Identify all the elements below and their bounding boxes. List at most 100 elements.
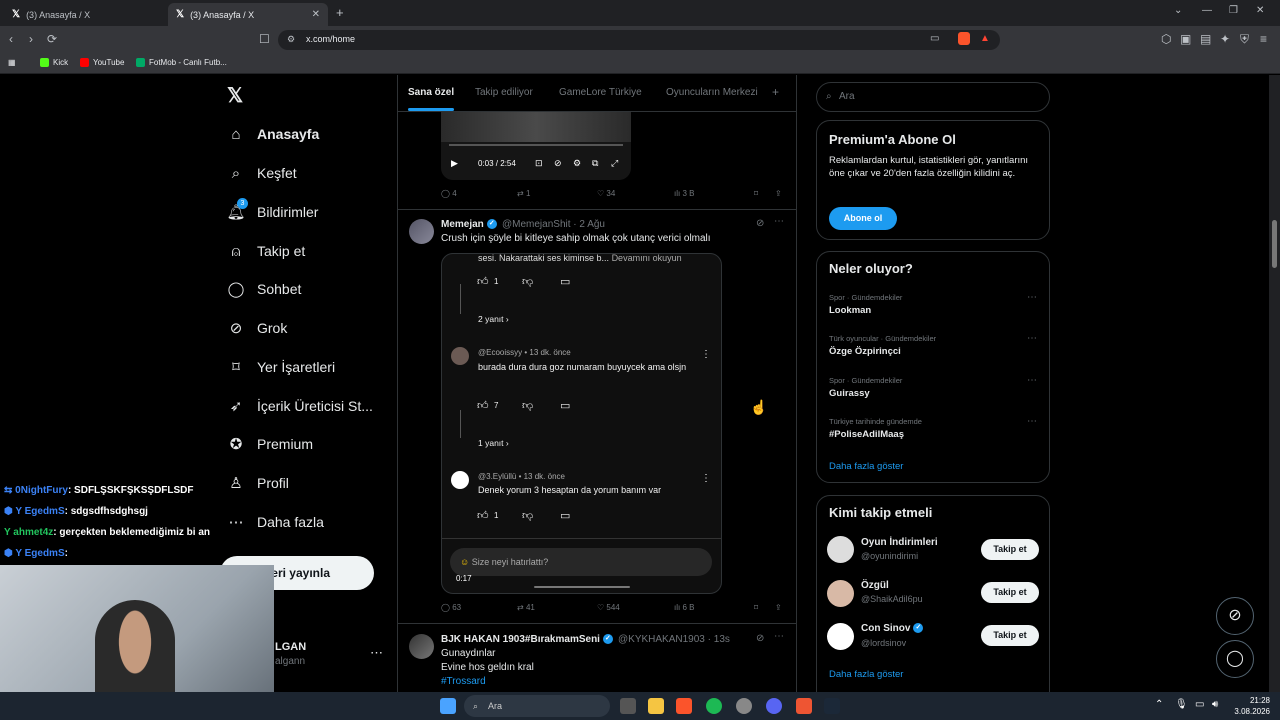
grok-icon[interactable]: ⊘ [756,218,764,229]
bookmark-youtube[interactable]: YouTube [80,58,124,67]
video-player[interactable]: ▶ 0:03 / 2:54 ⊡ ⊘ ⚙ ⧉ ⤢ [441,112,631,180]
trend-item[interactable]: #PoliseAdilMaaş [829,429,904,440]
url-field[interactable]: ⚙ x.com/home ▭ ▲ [278,30,1000,50]
search-input[interactable]: ⌕ Ara [816,82,1050,112]
brave-rewards-icon[interactable]: ▲ [980,33,990,44]
x-logo-icon[interactable]: 𝕏 [227,83,243,108]
trend-more-icon[interactable]: ⋯ [1027,416,1037,427]
apps-icon[interactable]: ▦ [8,58,16,67]
spotify-icon[interactable] [706,698,722,714]
wallet-icon[interactable]: ▤ [1200,32,1211,46]
trend-item[interactable]: Özge Özpirinçci [829,346,901,357]
like-icon[interactable]: 👍︎ [477,399,489,412]
nav-item-explore[interactable]: ⌕ Keşfet [226,161,297,185]
tab-menu-icon[interactable]: ⌄ [1174,5,1182,16]
bookmark-page-icon[interactable]: ☐ [259,32,270,46]
close-window-button[interactable]: ✕ [1256,5,1264,16]
file-explorer-icon[interactable] [648,698,664,714]
comment-icon[interactable]: ▭ [560,509,570,522]
task-view-icon[interactable] [620,698,636,714]
dislike-icon[interactable]: 👎︎ [522,275,533,288]
app-icon[interactable] [736,698,752,714]
reply-button[interactable]: ◯ 4 [441,189,457,198]
bookmark-fotmob[interactable]: FotMob - Canlı Futb... [136,58,227,67]
avatar[interactable] [409,219,434,244]
mute-icon[interactable]: ⊘ [554,158,562,169]
nav-item-chat[interactable]: ◯ Sohbet [226,277,302,301]
grok-fab-icon[interactable]: ⊘ [1216,597,1254,635]
tab-for-you[interactable]: Sana özel [408,87,454,98]
dislike-icon[interactable]: 👎︎ [522,509,533,522]
like-icon[interactable]: 👍︎ [477,275,489,288]
forward-icon[interactable]: › [29,32,33,46]
clock[interactable]: 21:28 3.08.2026 [1232,695,1270,717]
like-icon[interactable]: 👍︎ [477,509,489,522]
back-icon[interactable]: ‹ [9,32,13,46]
maximize-button[interactable]: ❐ [1229,5,1238,16]
share-button[interactable]: ⇪ [775,189,782,198]
like-button[interactable]: ♡ 34 [597,189,615,198]
views-button[interactable]: ılı 3 B [674,189,694,198]
reply-button[interactable]: ◯ 63 [441,603,461,612]
repost-button[interactable]: ⇄ 1 [517,189,530,198]
captions-icon[interactable]: ⊡ [535,158,543,169]
comment-menu-icon[interactable]: ⋮ [701,349,711,360]
nav-item-notifications[interactable]: 🔔︎ 3 Bildirimler [226,198,318,224]
grok-icon[interactable]: ⊘ [756,633,764,644]
play-icon[interactable]: ▶ [451,158,458,169]
close-tab-icon[interactable]: ✕ [312,9,320,20]
brave-icon[interactable] [676,698,692,714]
bookmark-kick[interactable]: Kick [40,58,68,67]
avatar[interactable] [827,536,854,563]
views-button[interactable]: ılı 6 B [674,603,694,612]
minimize-button[interactable]: — [1202,5,1212,16]
account-menu-icon[interactable]: ⋯ [370,645,383,661]
post-more-icon[interactable]: ⋯ [774,631,784,642]
repost-button[interactable]: ⇄ 41 [517,603,535,612]
steam-icon[interactable] [824,698,840,714]
sidebar-icon[interactable]: ▣ [1180,32,1191,46]
nav-item-bookmarks[interactable]: ⌑ Yer İşaretleri [226,355,335,379]
mic-icon[interactable]: 🎙︎ [1175,699,1188,710]
volume-icon[interactable]: 🔊︎ [1212,699,1218,710]
extensions-icon[interactable]: ⬡ [1161,32,1171,46]
tray-chevron-icon[interactable]: ⌃ [1155,699,1163,710]
comment-menu-icon[interactable]: ⋮ [701,473,711,484]
commenter-avatar[interactable] [451,471,469,489]
network-icon[interactable]: ▭ [1195,699,1204,710]
start-icon[interactable] [440,698,456,714]
commenter-avatar[interactable] [451,347,469,365]
trend-item[interactable]: Lookman [829,305,871,316]
messages-fab-icon[interactable]: ◯ [1216,640,1254,678]
new-tab-button[interactable]: + [336,5,344,20]
nav-item-creator-studio[interactable]: ➶ İçerik Üreticisi St... [226,394,373,418]
avatar[interactable] [409,634,434,659]
leo-icon[interactable]: ✦ [1220,32,1230,46]
replies-link[interactable]: 1 yanıt › [478,438,509,448]
avatar[interactable] [827,580,854,607]
nav-item-follow[interactable]: ⍝ Takip et [226,239,305,263]
add-tab-icon[interactable]: + [772,85,779,99]
taskbar-search[interactable]: ⌕ Ara [464,695,610,717]
browser-tab-active[interactable]: 𝕏 (3) Anasayfa / X ✕ [168,3,328,26]
follow-button[interactable]: Takip et [981,582,1039,603]
nav-item-premium[interactable]: ✪ Premium [226,432,313,456]
brave-shield-icon[interactable] [958,32,970,45]
video-progress[interactable] [449,144,623,146]
read-more-link[interactable]: Devamını okuyun [612,254,682,263]
bookmark-button[interactable]: ⌑ [754,603,758,612]
comment-icon[interactable]: ▭ [560,275,570,288]
tab-following[interactable]: Takip ediliyor [475,87,533,98]
follow-button[interactable]: Takip et [981,625,1039,646]
site-info-icon[interactable]: ⚙ [287,34,295,45]
like-button[interactable]: ♡ 544 [597,603,620,612]
discord-icon[interactable] [766,698,782,714]
subscribe-button[interactable]: Abone ol [829,207,897,230]
bookmark-button[interactable]: ⌑ [754,189,758,198]
trend-more-icon[interactable]: ⋯ [1027,292,1037,303]
tab-oyuncularin-merkezi[interactable]: Oyuncuların Merkezi [666,87,758,98]
post-more-icon[interactable]: ⋯ [774,216,784,227]
follow-button[interactable]: Takip et [981,539,1039,560]
reply-input[interactable]: ☺ Size neyi hatırlattı? [450,548,712,576]
comment-icon[interactable]: ▭ [560,399,570,412]
